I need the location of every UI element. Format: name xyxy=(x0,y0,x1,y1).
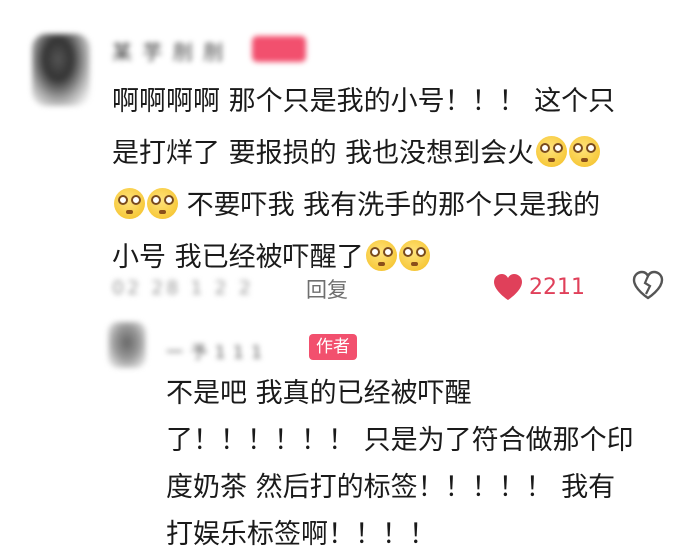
comment-line: 是打烊了 要报损的 我也没想到会火 xyxy=(112,128,672,180)
reply-line: 度奶茶 然后打的标签！！！！！ 我有 xyxy=(166,472,616,503)
reply-text: 不是吧 我真的已经被吓醒 了！！！！！！ 只是为了符合做那个印 度奶茶 然后打的… xyxy=(166,370,666,558)
dislike-button[interactable] xyxy=(632,270,664,304)
like-count: 2211 xyxy=(529,274,585,300)
broken-heart-icon xyxy=(632,270,664,300)
reply-username[interactable]: 一 予 1 1 1 xyxy=(166,338,263,363)
flushed-face-icon xyxy=(114,188,145,219)
comment-line: 啊啊啊啊 那个只是我的小号！！！ 这个只 xyxy=(112,86,616,117)
avatar[interactable] xyxy=(32,34,90,106)
reply-button[interactable]: 回复 xyxy=(306,274,348,304)
flushed-face-icon xyxy=(147,188,178,219)
heart-icon xyxy=(494,274,522,300)
comment-date: 02 28 1 2 2 xyxy=(112,277,254,299)
flushed-face-icon xyxy=(398,240,430,271)
flushed-face-icon xyxy=(569,136,601,167)
reply-line: 打娱乐标签啊！！！！ xyxy=(166,519,436,550)
user-badge xyxy=(252,36,306,62)
author-badge: 作者 xyxy=(309,334,357,360)
reply-line: 了！！！！！！ 只是为了符合做那个印 xyxy=(166,425,634,456)
reply-line: 不是吧 我真的已经被吓醒 xyxy=(166,378,472,409)
comment-line: 不要吓我 我有洗手的那个只是我的 xyxy=(112,180,672,232)
comment-username[interactable]: 某 芋 刖 刖 xyxy=(112,36,225,64)
like-button[interactable]: 2211 xyxy=(493,270,585,304)
flushed-face-icon xyxy=(365,240,397,271)
flushed-face-icon xyxy=(536,136,568,167)
reply-avatar[interactable] xyxy=(108,322,146,368)
comment-text: 啊啊啊啊 那个只是我的小号！！！ 这个只 是打烊了 要报损的 我也没想到会火 不… xyxy=(112,76,672,284)
